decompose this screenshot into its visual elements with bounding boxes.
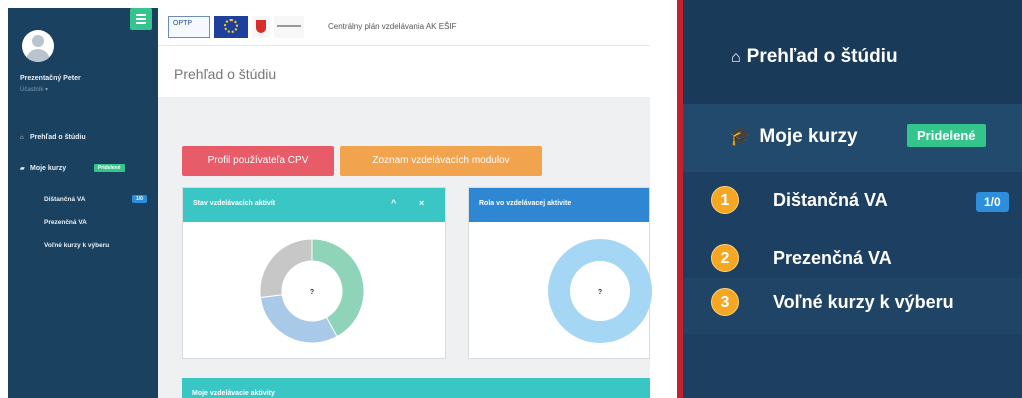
top-header: OPTP Centrálny plán vzdelávania AK EŠIF	[158, 8, 650, 46]
count-badge: 1/0	[132, 195, 147, 203]
user-role-label: Účastník	[20, 87, 44, 93]
zoomed-sidebar: ⌂ Prehľad o štúdiu 🎓 Moje kurzy Pridelené …	[677, 0, 1022, 398]
optp-logo-text: OPTP	[173, 20, 193, 27]
collapse-icon[interactable]: ^	[391, 198, 396, 208]
zoom-nav-prehlad[interactable]: ⌂ Prehľad o štúdiu	[683, 0, 1022, 104]
donut-chart: ?	[548, 239, 652, 343]
graduation-cap-icon: 🎓	[729, 126, 752, 146]
donut-center-label: ?	[598, 289, 602, 296]
nav-item-moje-kurzy[interactable]: 🎓 Moje kurzy	[729, 126, 858, 148]
sk-coat-of-arms-logo	[252, 16, 270, 38]
sidebar-subitem-volne-kurzy[interactable]: Voľné kurzy k výberu	[44, 242, 109, 249]
sidebar-subitem-prezencna[interactable]: Prezenčná VA	[44, 219, 87, 226]
graduation-cap-icon: ▰	[20, 166, 25, 172]
sidebar-item-prehlad[interactable]: ⌂ Prehľad o štúdiu	[20, 134, 86, 141]
sidebar-subitem-distancna[interactable]: Dištančná VA 1/0	[44, 195, 154, 203]
menu-toggle-button[interactable]	[130, 8, 152, 30]
sidebar: Prezentačný Peter Účastník ▾ ⌂ Prehľad o …	[8, 8, 158, 398]
submenu-item-label: Prezenčná VA	[773, 248, 892, 268]
page-heading-bar: Prehľad o štúdiu	[158, 46, 650, 98]
panel-title: Stav vzdelávacích aktivít	[193, 200, 276, 207]
ministry-logo	[274, 16, 304, 38]
user-name: Prezentačný Peter	[20, 75, 81, 82]
submenu-item-label: Voľné kurzy k výberu	[773, 292, 954, 312]
nav-item-label: Prehľad o štúdiu	[746, 46, 898, 67]
close-icon[interactable]: ×	[419, 198, 424, 208]
avatar[interactable]	[22, 30, 54, 62]
panel-stav-aktivit: Stav vzdelávacích aktivít ^ × ?	[182, 187, 446, 359]
app-title: Centrálny plán vzdelávania AK EŠIF	[328, 22, 457, 31]
panel-rola: Rola vo vzdelávacej aktivite ?	[468, 187, 652, 359]
panel-header: Stav vzdelávacích aktivít ^ ×	[183, 188, 445, 222]
zoznam-modulov-button[interactable]: Zoznam vzdelávacích modulov	[340, 146, 542, 176]
user-role-dropdown[interactable]: Účastník ▾	[20, 86, 48, 93]
nav-item-prehlad[interactable]: ⌂ Prehľad o štúdiu	[731, 46, 898, 68]
panel-moje-aktivity: Moje vzdelávacie aktivity	[182, 378, 650, 398]
home-icon: ⌂	[20, 135, 24, 141]
page-title: Prehľad o štúdiu	[174, 66, 277, 82]
count-badge: 1/0	[976, 192, 1009, 212]
optp-logo: OPTP	[168, 16, 210, 38]
submenu-item-volne-kurzy[interactable]: 3 Voľné kurzy k výberu	[683, 278, 1022, 334]
step-number-badge: 2	[711, 244, 739, 272]
sidebar-item-label: Dištančná VA	[44, 196, 86, 203]
sidebar-item-moje-kurzy[interactable]: ▰ Moje kurzy Pridelené	[20, 164, 150, 172]
submenu-item-label: Dištančná VA	[773, 190, 888, 210]
sidebar-item-label: Prehľad o štúdiu	[30, 134, 86, 141]
eu-flag-logo	[214, 16, 248, 38]
panel-title: Moje vzdelávacie aktivity	[192, 390, 275, 397]
zoom-submenu: 1 Dištančná VA 1/0 2 Prezenčná VA 3 Voľn…	[683, 172, 1022, 398]
panel-title: Rola vo vzdelávacej aktivite	[479, 200, 572, 207]
zoom-nav-moje-kurzy[interactable]: 🎓 Moje kurzy Pridelené	[683, 104, 1022, 172]
submenu-item-distancna[interactable]: 1 Dištančná VA 1/0	[683, 176, 1022, 228]
donut-chart: ?	[259, 238, 365, 344]
panel-header: Rola vo vzdelávacej aktivite	[469, 188, 649, 222]
status-badge: Pridelené	[94, 164, 125, 172]
nav-item-label: Moje kurzy	[759, 126, 858, 147]
step-number-badge: 1	[711, 186, 739, 214]
profil-button[interactable]: Profil používateľa CPV	[182, 146, 334, 176]
donut-center-label: ?	[310, 289, 314, 296]
sidebar-item-label: Moje kurzy	[30, 165, 67, 172]
status-badge: Pridelené	[907, 124, 986, 147]
step-number-badge: 3	[711, 288, 739, 316]
home-icon: ⌂	[731, 49, 741, 66]
